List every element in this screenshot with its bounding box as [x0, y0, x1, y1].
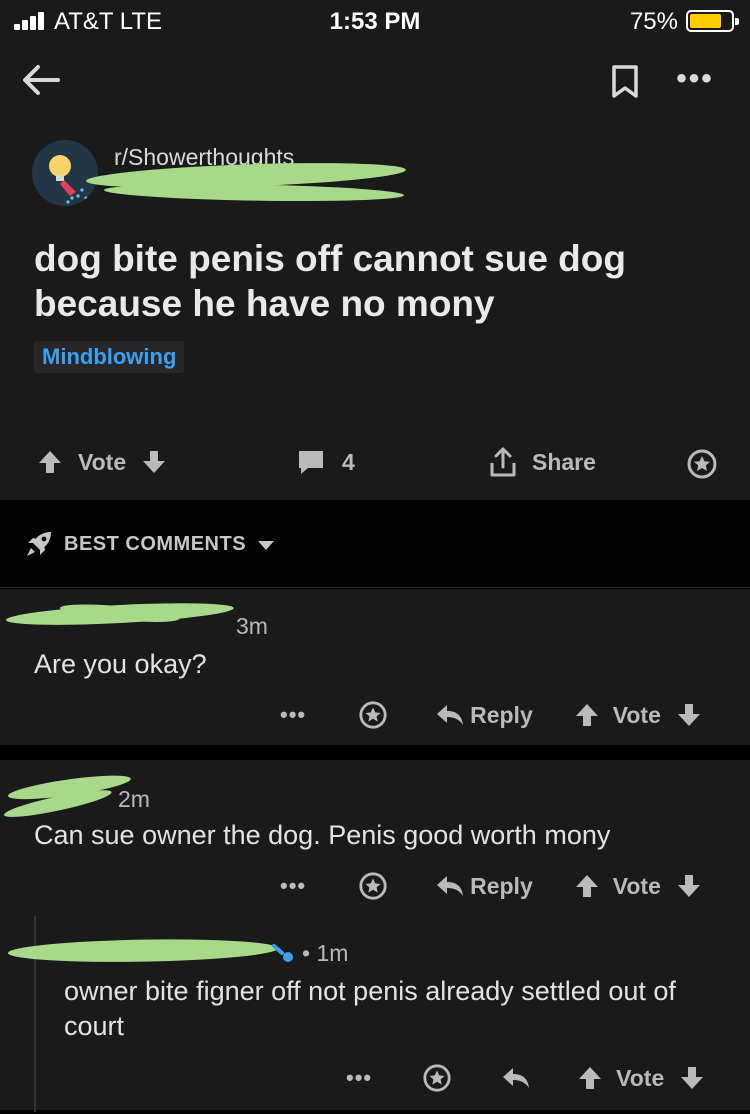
vote-label: Vote: [612, 701, 661, 728]
subreddit-avatar[interactable]: [32, 140, 98, 206]
downvote-arrow-icon[interactable]: [675, 872, 703, 900]
reply-age-value: 1m: [316, 940, 349, 966]
comment-action-bar: ••• Reply Vote: [280, 868, 703, 904]
comment-count: 4: [342, 448, 355, 475]
downvote-arrow-icon[interactable]: [140, 448, 168, 476]
top-nav-bar: •••: [0, 44, 750, 120]
shower-head-icon: [49, 155, 88, 204]
redaction-mark: [103, 182, 405, 204]
vote-label: Vote: [612, 872, 661, 899]
award-icon[interactable]: [422, 1063, 452, 1093]
rocket-icon: [27, 532, 51, 556]
reply-arrow-icon[interactable]: [500, 1064, 532, 1092]
reply-arrow-icon[interactable]: [434, 872, 466, 900]
share-button[interactable]: Share: [486, 442, 596, 482]
post-vote-group: Vote: [36, 442, 168, 482]
award-icon[interactable]: [358, 700, 388, 730]
award-icon[interactable]: [358, 871, 388, 901]
vote-label: Vote: [616, 1064, 665, 1091]
upvote-arrow-icon[interactable]: [573, 872, 601, 900]
post-flair[interactable]: Mindblowing: [34, 341, 185, 373]
sort-label: BEST COMMENTS: [64, 533, 247, 555]
post-card: r/Showerthoughts dog bite penis off cann…: [0, 120, 750, 500]
upvote-arrow-icon[interactable]: [573, 701, 601, 729]
bookmark-icon[interactable]: [610, 64, 640, 100]
comments-button[interactable]: 4: [296, 442, 355, 482]
upvote-arrow-icon[interactable]: [576, 1064, 604, 1092]
microphone-icon: [272, 944, 293, 962]
reply-more-button[interactable]: •••: [346, 1065, 372, 1091]
post-title[interactable]: dog bite penis off cannot sue dog becaus…: [34, 236, 724, 326]
comment: 2m Can sue owner the dog. Penis good wor…: [0, 760, 750, 1112]
comment-more-button[interactable]: •••: [280, 873, 306, 899]
downvote-arrow-icon[interactable]: [675, 701, 703, 729]
battery-percentage: 75%: [629, 8, 678, 35]
comment-age: 3m: [236, 613, 268, 639]
comment-more-button[interactable]: •••: [280, 702, 306, 728]
comment-text: Can sue owner the dog. Penis good worth …: [34, 820, 611, 850]
post-action-bar: Vote 4 Share: [0, 442, 750, 482]
redaction-mark: [7, 937, 279, 964]
reply-action-bar: ••• Vote: [346, 1060, 706, 1096]
comment-text: Are you okay?: [34, 649, 207, 679]
share-label: Share: [532, 448, 596, 475]
downvote-arrow-icon[interactable]: [678, 1064, 706, 1092]
reply-arrow-icon[interactable]: [434, 701, 466, 729]
more-options-button[interactable]: •••: [670, 64, 720, 100]
comment-action-bar: ••• Reply Vote: [280, 697, 703, 733]
upvote-arrow-icon[interactable]: [36, 448, 64, 476]
battery-icon: [686, 10, 739, 32]
reply-button[interactable]: Reply: [470, 873, 533, 900]
caret-down-icon: [258, 541, 274, 550]
reply-button[interactable]: Reply: [470, 702, 533, 729]
comment-sort-bar[interactable]: BEST COMMENTS: [0, 500, 750, 588]
reply-age: • 1m: [302, 940, 349, 966]
award-icon[interactable]: [686, 448, 718, 480]
status-bar: AT&T LTE 1:53 PM 75%: [0, 0, 750, 44]
comment-age: 2m: [118, 786, 150, 812]
comment-bubble-icon: [299, 451, 323, 474]
vote-label: Vote: [78, 448, 127, 475]
back-arrow-icon[interactable]: [18, 58, 62, 102]
comment: 3m Are you okay? ••• Reply Vote: [0, 589, 750, 745]
share-icon: [490, 447, 516, 477]
reply-text: owner bite figner off not penis already …: [64, 976, 676, 1041]
